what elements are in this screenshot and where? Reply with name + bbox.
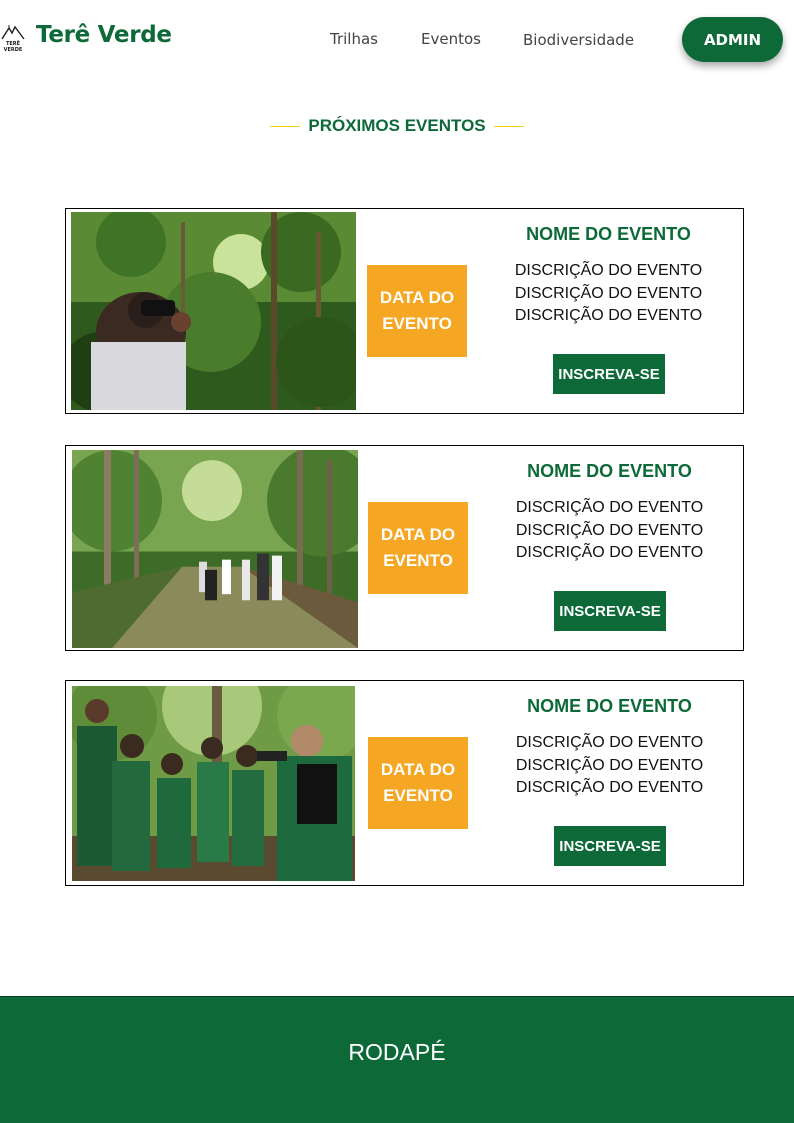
footer-label: RODAPÉ xyxy=(348,1039,446,1065)
svg-text:VERDE: VERDE xyxy=(4,47,23,53)
nav-link-eventos[interactable]: Eventos xyxy=(421,30,481,48)
site-footer: RODAPÉ xyxy=(0,996,794,1123)
event-description-line: DISCRIÇÃO DO EVENTO xyxy=(515,521,704,539)
section-heading: PRÓXIMOS EVENTOS xyxy=(0,116,794,136)
event-description-line: DISCRIÇÃO DO EVENTO xyxy=(514,262,703,279)
event-card: DATA DO EVENTO NOME DO EVENTO DISCRIÇÃO … xyxy=(65,445,744,651)
event-name: NOME DO EVENTO xyxy=(527,696,692,716)
site-header: TERÊ VERDE Terê Verde Trilhas Eventos Bi… xyxy=(0,0,794,80)
event-description-line: DISCRIÇÃO DO EVENTO xyxy=(514,284,703,302)
event-description-line: DISCRIÇÃO DO EVENTO xyxy=(515,544,704,561)
signup-button[interactable]: INSCREVA-SE xyxy=(554,591,666,631)
nav-link-trilhas[interactable]: Trilhas xyxy=(330,30,378,48)
heading-right-rule xyxy=(494,125,525,127)
event-description-line: DISCRIÇÃO DO EVENTO xyxy=(515,499,704,516)
event-name: NOME DO EVENTO xyxy=(527,461,692,481)
section-title: PRÓXIMOS EVENTOS xyxy=(308,116,486,135)
event-photo-trail-hike xyxy=(72,450,358,648)
tere-verde-logo[interactable]: TERÊ VERDE xyxy=(0,22,26,54)
event-photo-binoculars xyxy=(71,212,356,410)
heading-left-rule xyxy=(269,125,300,127)
event-date: DATA DO EVENTO xyxy=(367,265,467,357)
event-card: DATA DO EVENTO NOME DO EVENTO DISCRIÇÃO … xyxy=(65,680,744,886)
svg-text:TERÊ: TERÊ xyxy=(6,39,21,47)
event-description: DISCRIÇÃO DO EVENTO DISCRIÇÃO DO EVENTO … xyxy=(487,497,732,565)
event-card: DATA DO EVENTO NOME DO EVENTO DISCRIÇÃO … xyxy=(65,208,744,414)
event-description: DISCRIÇÃO DO EVENTO DISCRIÇÃO DO EVENTO … xyxy=(486,260,731,328)
event-description-line: DISCRIÇÃO DO EVENTO xyxy=(514,307,703,324)
brand-name[interactable]: Terê Verde xyxy=(36,22,172,48)
event-date: DATA DO EVENTO xyxy=(368,737,468,829)
nav-link-biodiversidade[interactable]: Biodiversidade xyxy=(523,31,634,49)
signup-button[interactable]: INSCREVA-SE xyxy=(553,354,665,394)
event-description-line: DISCRIÇÃO DO EVENTO xyxy=(515,734,704,751)
event-photo-photography-workshop xyxy=(72,686,355,881)
event-description-line: DISCRIÇÃO DO EVENTO xyxy=(515,756,704,774)
event-date: DATA DO EVENTO xyxy=(368,502,468,594)
admin-button[interactable]: ADMIN xyxy=(682,17,783,62)
event-name: NOME DO EVENTO xyxy=(526,224,691,244)
event-description-line: DISCRIÇÃO DO EVENTO xyxy=(515,779,704,796)
signup-button[interactable]: INSCREVA-SE xyxy=(554,826,666,866)
event-description: DISCRIÇÃO DO EVENTO DISCRIÇÃO DO EVENTO … xyxy=(487,732,732,800)
